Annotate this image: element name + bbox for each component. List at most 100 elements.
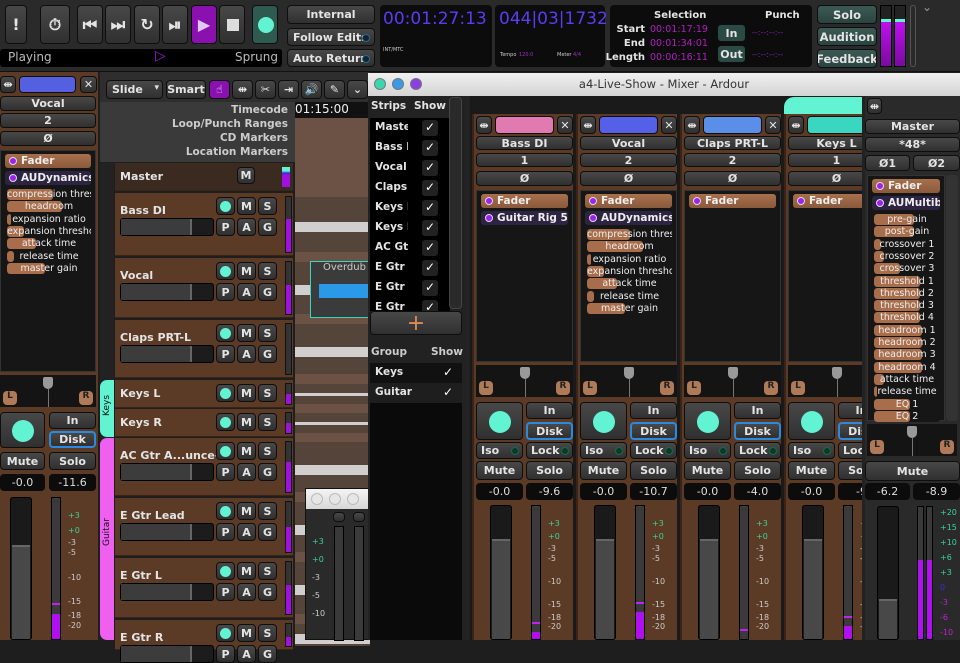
strip-name-button[interactable]: Keys L [788, 136, 862, 150]
meter-point-button[interactable] [333, 512, 345, 522]
show-checkbox[interactable]: ✓ [422, 200, 438, 216]
monitor-input-button[interactable]: In [49, 412, 96, 429]
mute-button[interactable]: Mute [0, 452, 45, 470]
strip-list-item[interactable]: Vocal ✓ [370, 158, 450, 178]
plugin-parameter-slider[interactable]: attack time [587, 278, 672, 290]
plugin-parameter-slider[interactable]: crossover 1 [874, 238, 940, 250]
peak-display[interactable]: -4.0 [734, 483, 781, 500]
chevron-down-icon[interactable]: ⌄ [922, 0, 932, 14]
sync-button[interactable]: Internal [287, 5, 375, 24]
panner[interactable]: LR [684, 365, 781, 397]
mute-button[interactable]: Mute [476, 461, 523, 480]
scrollbar[interactable] [910, 5, 916, 67]
show-checkbox[interactable]: ✓ [440, 385, 456, 401]
processor-active-icon[interactable] [485, 197, 493, 205]
processor-fader[interactable]: Fader [689, 194, 776, 208]
track-playlist-button[interactable]: P [216, 345, 235, 363]
monitor-disk-button[interactable]: Disk [526, 422, 573, 440]
input-button[interactable]: 1 [476, 153, 573, 167]
iso-button[interactable]: Iso [476, 442, 523, 459]
audio-region[interactable] [295, 384, 370, 404]
strip-name-button[interactable]: Bass DI [476, 136, 573, 150]
gain-display[interactable]: -6.2 [865, 483, 910, 500]
processor-scrollbar[interactable] [946, 175, 958, 421]
input-button[interactable]: 2 [684, 153, 781, 167]
plugin-parameter-slider[interactable]: crossover 3 [874, 263, 940, 275]
punch-in-button[interactable]: In [717, 24, 746, 42]
play-selection-button[interactable]: ⏯ [162, 5, 188, 44]
peak-display[interactable]: -9 [838, 483, 862, 500]
gain-fader[interactable] [490, 505, 512, 640]
close-strip-button[interactable]: ✕ [80, 76, 97, 93]
solo-button[interactable]: Solo [838, 461, 862, 480]
region-overdub[interactable]: Overdub [310, 261, 370, 318]
plugin-parameter-slider[interactable]: attack time [874, 373, 940, 385]
track-mute-button[interactable]: M [237, 262, 256, 280]
gain-fader[interactable] [10, 497, 32, 640]
track-gain-fader[interactable] [120, 283, 214, 301]
cut-tool-button[interactable]: ✂ [255, 80, 276, 99]
gain-display[interactable]: -0.0 [0, 474, 45, 491]
panner[interactable]: LR [867, 424, 957, 456]
track-group-button[interactable]: G [258, 463, 277, 481]
panner[interactable]: LR [580, 365, 677, 397]
processor-active-icon[interactable] [9, 157, 17, 165]
width-toggle-button[interactable]: ⇹ [580, 116, 596, 134]
strip-list-item[interactable]: Keys R ✓ [370, 218, 450, 238]
plugin-parameter-slider[interactable]: headroom [7, 201, 91, 213]
monitor-disk-button[interactable]: Disk [734, 422, 781, 440]
plugin-parameter-slider[interactable]: headroom 4 [874, 361, 940, 373]
track-name[interactable]: Keys R [120, 416, 220, 429]
input-button[interactable]: 1 [788, 153, 862, 167]
plugin-parameter-slider[interactable]: release time [587, 290, 672, 302]
strip-color-button[interactable] [703, 116, 762, 134]
track-record-button[interactable] [216, 624, 235, 642]
track-solo-button[interactable]: S [258, 442, 277, 460]
loop-button[interactable]: ↻ [134, 5, 160, 44]
group-list-item[interactable]: Guitar ✓ [370, 383, 462, 403]
solo-button[interactable]: Solo [526, 461, 573, 480]
input-button[interactable]: 2 [0, 113, 96, 128]
strip-name-button[interactable]: Vocal [0, 96, 96, 111]
track-name[interactable]: Bass DI [120, 204, 220, 217]
track-mute-button[interactable]: M [237, 624, 256, 642]
processor-active-icon[interactable] [693, 197, 701, 205]
stretch-tool-button[interactable]: ⇥ [278, 80, 299, 99]
gain-display[interactable]: -0.0 [476, 483, 523, 500]
plugin-parameter-slider[interactable]: headroom 3 [874, 349, 940, 361]
track-solo-button[interactable]: S [258, 624, 277, 642]
processor-box[interactable]: Fader Guitar Rig 5 FX [476, 190, 573, 362]
track-name[interactable]: Keys L [120, 387, 220, 400]
track-mute-button[interactable]: M [237, 562, 256, 580]
meter-point-button[interactable] [353, 512, 365, 522]
track-solo-button[interactable]: S [258, 197, 277, 215]
track-group-button[interactable]: G [258, 218, 277, 236]
gain-display[interactable]: -0.0 [684, 483, 731, 500]
record-arm-button[interactable] [684, 402, 731, 440]
show-checkbox[interactable]: ✓ [422, 260, 438, 276]
track-header[interactable]: AC Gtr A...unce-1 M S P A G [115, 438, 293, 496]
track-mute-button[interactable]: M [237, 442, 256, 460]
plugin-parameter-slider[interactable]: pre-gain [874, 214, 940, 225]
iso-button[interactable]: Iso [788, 442, 835, 459]
group-tab-guitar[interactable]: Guitar [100, 438, 114, 640]
show-checkbox[interactable]: ✓ [422, 160, 438, 176]
auto-return-button[interactable]: Auto Return [287, 49, 375, 67]
track-group-button[interactable]: G [258, 645, 277, 663]
track-mute-button[interactable]: M [237, 324, 256, 342]
goto-end-button[interactable]: ⏭ [105, 5, 131, 44]
input-button[interactable]: *48* [865, 137, 960, 152]
monitor-input-button[interactable]: In [526, 402, 573, 419]
strip-list-item[interactable]: E Gtr R ✓ [370, 298, 450, 311]
strips-list-scrollbar[interactable] [449, 97, 462, 309]
track-group-button[interactable]: G [258, 345, 277, 363]
window-control-icon[interactable] [347, 493, 359, 505]
plugin-parameter-slider[interactable]: expansion ratio [7, 213, 91, 225]
plugin-parameter-slider[interactable]: headroom 2 [874, 337, 940, 348]
processor-fader[interactable]: Fader [5, 154, 91, 168]
add-strip-button[interactable]: + [370, 311, 462, 335]
track-header[interactable]: Bass DI M S P A G [115, 193, 293, 256]
track-record-button[interactable] [216, 502, 235, 520]
solo-button[interactable]: Solo [817, 5, 877, 24]
track-mute-button[interactable]: M [237, 413, 256, 431]
